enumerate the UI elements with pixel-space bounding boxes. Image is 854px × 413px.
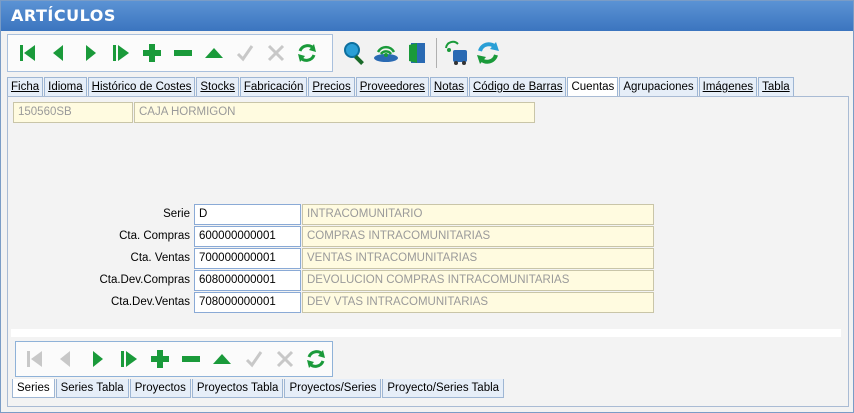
cta-ventas-description: VENTAS INTRACOMUNITARIAS [302, 248, 654, 269]
wireless-button[interactable] [370, 37, 401, 69]
cta-ventas-label: Cta. Ventas [130, 252, 190, 264]
tab-imagenes[interactable]: Imágenes [698, 77, 758, 96]
sub-toolbar [15, 341, 333, 377]
cancel-icon [267, 44, 284, 62]
cancel-icon [276, 350, 294, 368]
tab-precios[interactable]: Precios [308, 77, 355, 96]
tab-stocks[interactable]: Stocks [196, 77, 239, 96]
sub-cancel-button[interactable] [269, 344, 300, 374]
next-record-icon [93, 351, 104, 367]
sub-next-record-button[interactable] [82, 344, 113, 374]
bus-stop-button[interactable] [441, 37, 472, 69]
sub-add-button[interactable] [144, 344, 175, 374]
serie-label: Serie [163, 208, 190, 220]
sub-first-record-button[interactable] [19, 344, 50, 374]
sub-refresh-button[interactable] [301, 344, 332, 374]
sub-last-record-button[interactable] [113, 344, 144, 374]
first-record-button[interactable] [12, 37, 43, 69]
refresh-button[interactable] [291, 37, 322, 69]
cta-dev-ventas-input[interactable]: 708000000001 [194, 292, 301, 313]
confirm-icon [245, 351, 262, 368]
bus-stop-icon [444, 40, 467, 65]
last-record-button[interactable] [105, 37, 136, 69]
first-record-icon [19, 45, 35, 61]
cancel-button[interactable] [260, 37, 291, 69]
article-code-field: 150560SB [13, 102, 133, 123]
main-toolbar [7, 34, 333, 72]
tab-fabricacion[interactable]: Fabricación [239, 77, 308, 96]
cta-ventas-input[interactable]: 700000000001 [194, 248, 301, 269]
tab-historico-costes[interactable]: Histórico de Costes [87, 77, 196, 96]
cta-compras-label: Cta. Compras [119, 230, 190, 242]
add-button[interactable] [136, 37, 167, 69]
previous-record-icon [52, 45, 63, 61]
sub-previous-record-button[interactable] [50, 344, 81, 374]
sync-icon [476, 42, 499, 64]
tab-notas[interactable]: Notas [429, 77, 468, 96]
exit-button[interactable] [401, 37, 432, 69]
delete-icon [182, 356, 201, 362]
next-record-button[interactable] [74, 37, 105, 69]
add-icon [150, 350, 169, 368]
add-icon [142, 44, 161, 62]
search-button[interactable] [339, 37, 370, 69]
window-title: ARTÍCULOS [1, 1, 853, 31]
tab-series-tabla[interactable]: Series Tabla [55, 379, 129, 398]
serie-input[interactable]: D [194, 204, 301, 225]
cta-dev-compras-label: Cta.Dev.Compras [99, 274, 190, 286]
refresh-icon [297, 44, 316, 62]
tab-proyecto-series-tabla[interactable]: Proyecto/Series Tabla [382, 379, 505, 398]
sync-button[interactable] [472, 37, 503, 69]
tab-cuentas[interactable]: Cuentas [567, 77, 619, 96]
cta-dev-ventas-description: DEV VTAS INTRACOMUNITARIAS [302, 292, 654, 313]
wireless-icon [373, 45, 398, 62]
previous-record-button[interactable] [43, 37, 74, 69]
previous-record-icon [59, 351, 70, 367]
tab-series[interactable]: Series [12, 379, 55, 398]
article-description-field: CAJA HORMIGON [134, 102, 535, 123]
tab-proveedores[interactable]: Proveedores [355, 77, 429, 96]
cta-dev-compras-input[interactable]: 608000000001 [194, 270, 301, 291]
refresh-icon [307, 350, 326, 368]
tab-proyectos-tabla[interactable]: Proyectos Tabla [191, 379, 284, 398]
last-record-icon [112, 45, 129, 61]
tab-codigo-barras[interactable]: Código de Barras [468, 77, 567, 96]
cta-dev-ventas-label: Cta.Dev.Ventas [110, 296, 190, 308]
bottom-tabs: Series Series Tabla Proyectos Proyectos … [12, 379, 505, 398]
tab-proyectos[interactable]: Proyectos [129, 379, 191, 398]
tab-idioma[interactable]: Idioma [44, 77, 87, 96]
toolbar-separator [436, 38, 437, 68]
delete-button[interactable] [167, 37, 198, 69]
tab-agrupaciones[interactable]: Agrupaciones [619, 77, 698, 96]
main-tabs: Ficha Idioma Histórico de Costes Stocks … [7, 77, 795, 96]
edit-up-button[interactable] [198, 37, 229, 69]
confirm-button[interactable] [229, 37, 260, 69]
edit-up-icon [213, 354, 232, 364]
exit-door-icon [408, 43, 425, 63]
sub-delete-button[interactable] [175, 344, 206, 374]
tab-tabla[interactable]: Tabla [758, 77, 794, 96]
first-record-icon [26, 351, 42, 367]
sub-confirm-button[interactable] [238, 344, 269, 374]
delete-icon [173, 50, 192, 56]
serie-description: INTRACOMUNITARIO [302, 204, 654, 225]
tab-proyectos-series[interactable]: Proyectos/Series [284, 379, 382, 398]
cta-compras-input[interactable]: 600000000001 [194, 226, 301, 247]
confirm-icon [236, 45, 253, 62]
section-divider [11, 329, 841, 337]
edit-up-icon [204, 48, 223, 58]
search-icon [343, 42, 364, 65]
next-record-icon [85, 45, 96, 61]
cta-dev-compras-description: DEVOLUCION COMPRAS INTRACOMUNITARIAS [302, 270, 654, 291]
tab-ficha[interactable]: Ficha [7, 77, 44, 96]
last-record-icon [120, 351, 137, 367]
cta-compras-description: COMPRAS INTRACOMUNITARIAS [302, 226, 654, 247]
extra-toolbar [335, 34, 539, 72]
articulos-window: ARTÍCULOS Ficha Idioma Histórico de Cost… [0, 0, 854, 413]
sub-edit-up-button[interactable] [207, 344, 238, 374]
